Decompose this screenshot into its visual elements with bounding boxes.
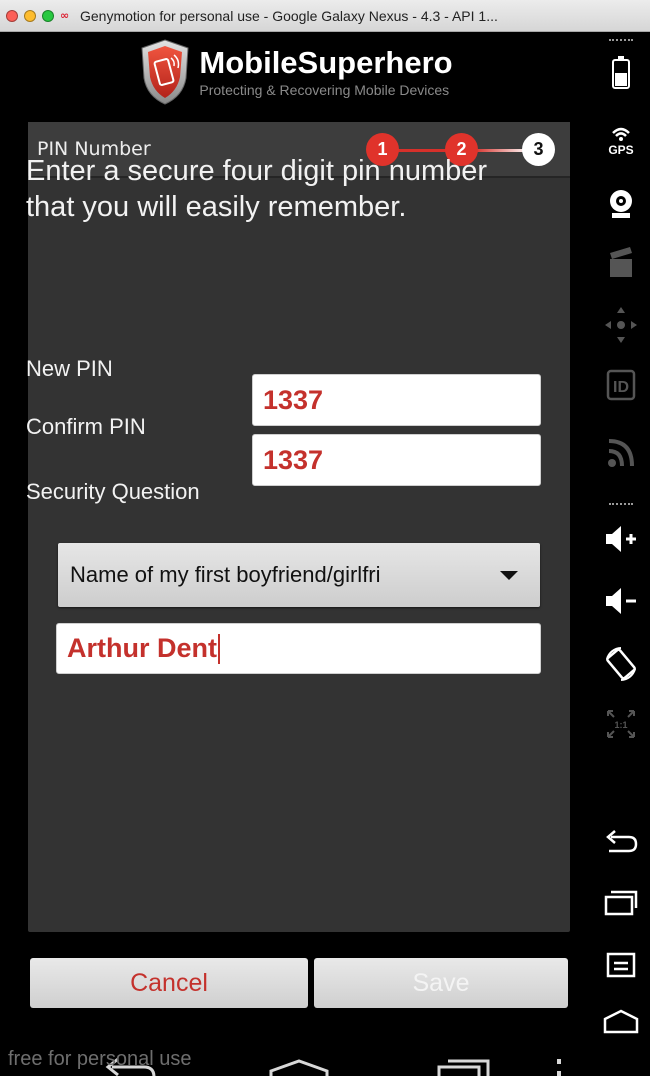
nav-home-icon[interactable] [268,1059,330,1076]
rss-icon[interactable] [592,437,650,469]
genymotion-logo-icon: ∞ [60,8,70,22]
window-maximize-button[interactable] [42,9,54,22]
security-answer-field[interactable]: Arthur Dent [56,623,541,674]
nav-recent-apps-icon[interactable] [436,1057,492,1076]
step-3-badge: 3 [522,133,555,166]
security-question-dropdown[interactable]: Name of my first boyfriend/girlfri [58,543,540,607]
webcam-icon[interactable] [592,188,650,220]
security-question-selected: Name of my first boyfriend/girlfri [70,562,381,587]
new-pin-label: New PIN [26,356,113,381]
id-icon[interactable]: ID [592,369,650,401]
confirm-pin-value: 1337 [263,444,324,475]
window-titlebar: ∞ Genymotion for personal use - Google G… [0,0,650,32]
gps-icon[interactable]: GPS [592,121,650,157]
gps-label: GPS [608,143,633,157]
new-pin-value: 1337 [263,384,324,415]
dpad-icon[interactable] [592,305,650,345]
device-screen: MobileSuperhero Protecting & Recovering … [0,33,592,1076]
cancel-button[interactable]: Cancel [30,958,308,1008]
save-button[interactable]: Save [314,958,568,1008]
rotate-icon[interactable] [592,645,650,683]
toolbar-grip [609,39,633,41]
security-question-label: Security Question [26,479,200,504]
menu-icon[interactable] [592,951,650,979]
nav-menu-icon[interactable] [554,1057,564,1076]
personal-use-watermark: free for personal use [8,1048,192,1070]
genymotion-toolbar: GPS ID 1:1 [592,33,650,1076]
battery-icon[interactable] [592,55,650,89]
shield-logo-icon [141,39,189,105]
new-pin-field[interactable]: 1337 [252,374,541,426]
window-close-button[interactable] [6,9,18,22]
instruction-text: Enter a secure four digit pin number tha… [26,155,488,223]
step-connector [396,149,446,152]
screencast-icon[interactable] [592,245,650,279]
home-icon[interactable] [592,1009,650,1035]
security-answer-value: Arthur Dent [67,633,217,663]
id-label: ID [613,379,629,396]
brand-tagline: Protecting & Recovering Mobile Devices [199,82,450,98]
pin-panel: PIN Number 1 2 3 [28,122,570,932]
brand-name: MobileSuperhero [199,45,453,80]
volume-down-icon[interactable] [592,585,650,617]
dropdown-arrow-icon [500,571,518,580]
scale-label: 1:1 [614,720,627,730]
app-header: MobileSuperhero Protecting & Recovering … [0,33,592,111]
recent-apps-icon[interactable] [592,889,650,917]
confirm-pin-field[interactable]: 1337 [252,434,541,486]
text-caret [218,633,220,664]
confirm-pin-label: Confirm PIN [26,414,146,439]
window-title: Genymotion for personal use - Google Gal… [80,7,498,24]
toolbar-divider [609,503,633,505]
volume-up-icon[interactable] [592,523,650,555]
window-minimize-button[interactable] [24,9,36,22]
back-icon[interactable] [592,829,650,857]
scale-icon[interactable]: 1:1 [592,707,650,741]
